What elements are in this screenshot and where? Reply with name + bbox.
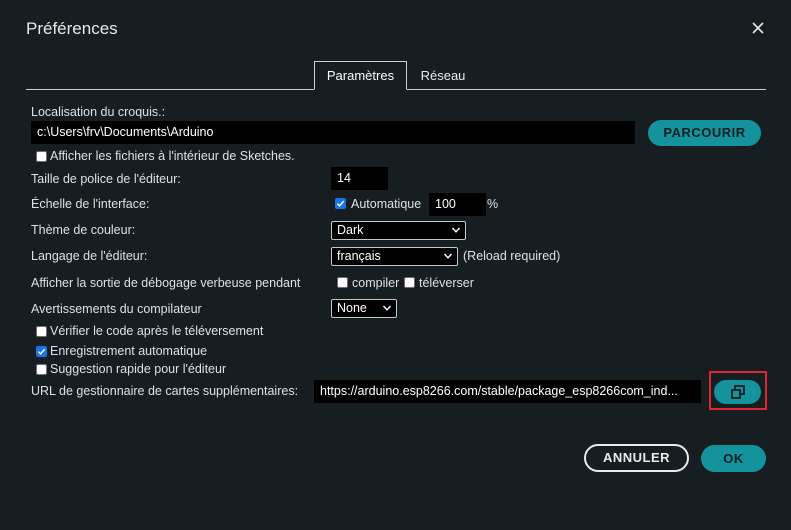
verbose-compile-checkbox[interactable] [337, 277, 348, 288]
verbose-upload-checkbox[interactable] [404, 277, 415, 288]
quick-suggest-checkbox[interactable] [36, 364, 47, 375]
language-label: Langage de l'éditeur: [31, 249, 148, 263]
boards-url-input[interactable]: https://arduino.esp8266.com/stable/packa… [314, 380, 701, 403]
open-window-icon [730, 385, 745, 399]
theme-select[interactable]: Dark [331, 221, 466, 240]
verify-checkbox[interactable] [36, 326, 47, 337]
tab-reseau[interactable]: Réseau [412, 62, 474, 89]
sketchbook-label: Localisation du croquis.: [31, 105, 166, 119]
show-files-checkbox[interactable] [36, 151, 47, 162]
checkmark-icon [336, 200, 345, 207]
theme-select-value: Dark [337, 223, 364, 237]
verbose-label: Afficher la sortie de débogage verbeuse … [31, 276, 301, 290]
ok-button[interactable]: OK [701, 445, 766, 472]
scale-label: Échelle de l'interface: [31, 197, 150, 211]
verbose-upload-label: téléverser [419, 276, 474, 290]
cancel-button[interactable]: ANNULER [584, 444, 689, 472]
open-boards-url-editor-button[interactable] [714, 380, 761, 404]
warnings-label: Avertissements du compilateur [31, 302, 202, 316]
warnings-select-value: None [337, 301, 367, 315]
quick-suggest-label: Suggestion rapide pour l'éditeur [50, 362, 227, 376]
browse-button[interactable]: PARCOURIR [648, 120, 761, 146]
font-size-label: Taille de police de l'éditeur: [31, 172, 181, 186]
verbose-compile-label: compiler [352, 276, 400, 290]
autosave-checkbox[interactable] [36, 346, 47, 357]
close-icon[interactable] [748, 18, 768, 38]
scale-input[interactable]: 100 [429, 193, 486, 216]
dialog-title: Préférences [26, 19, 118, 38]
warnings-select[interactable]: None [331, 299, 397, 318]
boards-url-label: URL de gestionnaire de cartes supplément… [31, 384, 299, 398]
scale-unit: % [487, 197, 499, 211]
show-files-label: Afficher les fichiers à l'intérieur de S… [50, 149, 295, 163]
theme-label: Thème de couleur: [31, 223, 136, 237]
autosave-label: Enregistrement automatique [50, 344, 208, 358]
language-select[interactable]: français [331, 247, 458, 266]
chevron-down-icon [451, 227, 461, 233]
verify-label: Vérifier le code après le téléversement [50, 324, 264, 338]
language-select-value: français [337, 249, 381, 263]
scale-auto-checkbox[interactable] [335, 198, 346, 209]
font-size-input[interactable]: 14 [331, 167, 388, 190]
chevron-down-icon [382, 305, 392, 311]
tab-parametres[interactable]: Paramètres [314, 61, 407, 90]
checkmark-icon [37, 348, 46, 355]
chevron-down-icon [443, 253, 453, 259]
scale-auto-label: Automatique [351, 197, 422, 211]
reload-note: (Reload required) [463, 249, 561, 263]
sketchbook-path-input[interactable]: c:\Users\frv\Documents\Arduino [31, 121, 635, 144]
